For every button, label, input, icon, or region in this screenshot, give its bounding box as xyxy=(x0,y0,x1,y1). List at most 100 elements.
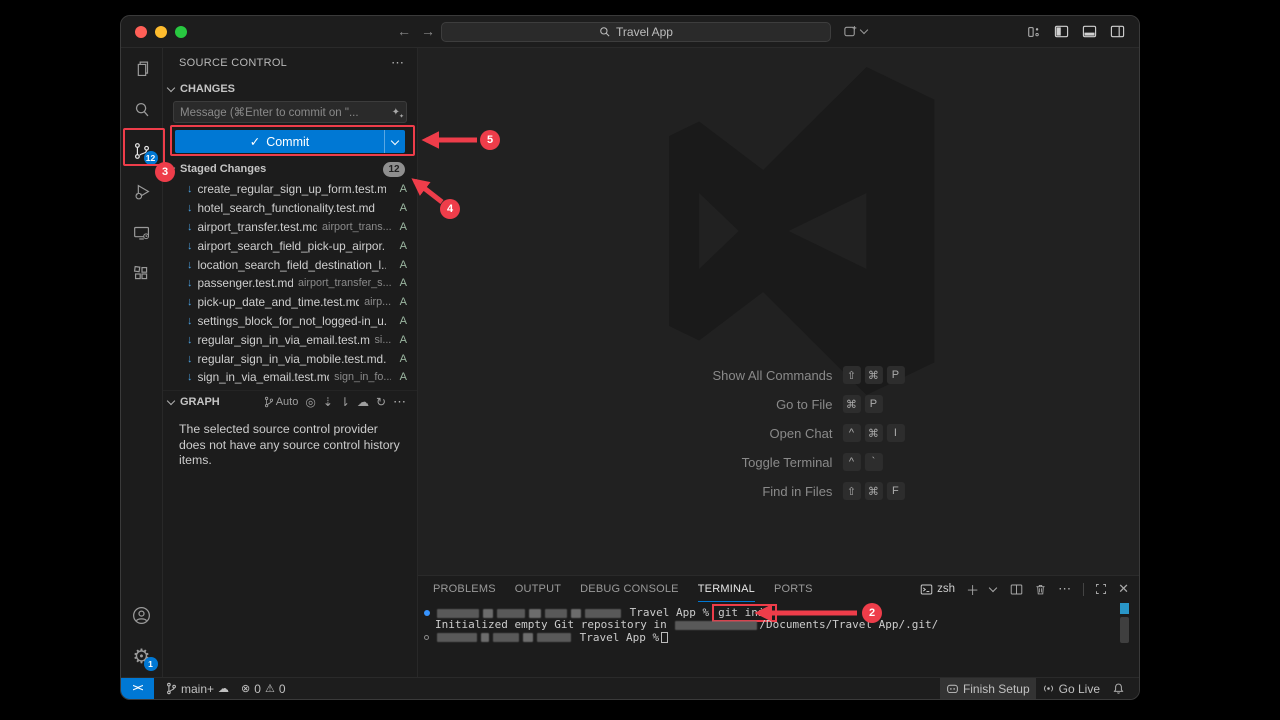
terminal-panel: PROBLEMS OUTPUT DEBUG CONSOLE TERMINAL P… xyxy=(418,575,1139,677)
remote-indicator-button[interactable]: >< xyxy=(121,678,154,699)
more-actions-icon[interactable]: ⋯ xyxy=(1058,581,1072,597)
command-pending-decoration xyxy=(424,635,429,640)
tab-output[interactable]: OUTPUT xyxy=(515,576,561,602)
git-status-added: A xyxy=(396,221,407,233)
tab-ports[interactable]: PORTS xyxy=(774,576,813,602)
notifications-bell-icon[interactable] xyxy=(1106,678,1131,699)
split-terminal-icon[interactable] xyxy=(1010,583,1023,596)
shell-selector[interactable]: zsh xyxy=(920,583,955,596)
refresh-icon[interactable]: ↻ xyxy=(376,395,386,409)
key-shift: ⇧ xyxy=(842,366,860,384)
branch-icon xyxy=(264,396,274,408)
terminal-cursor xyxy=(661,632,668,643)
staged-file-row[interactable]: ↓passenger.test.mdairport_transfer_s...A xyxy=(163,274,417,293)
back-arrow-icon[interactable]: ← xyxy=(397,23,411,39)
settings-badge: 1 xyxy=(144,657,158,671)
trash-icon[interactable] xyxy=(1034,583,1047,596)
new-terminal-icon[interactable]: ＋ xyxy=(966,580,979,599)
git-status-added: A xyxy=(396,315,407,327)
key-backtick: ` xyxy=(864,453,882,471)
customize-layout-icon[interactable] xyxy=(1027,25,1041,39)
minimize-window-button[interactable] xyxy=(155,26,167,38)
finish-setup-button[interactable]: Finish Setup xyxy=(940,678,1036,699)
git-status-added: A xyxy=(396,183,407,195)
pull-icon[interactable]: ⇂ xyxy=(340,395,350,409)
close-window-button[interactable] xyxy=(135,26,147,38)
tab-debug-console[interactable]: DEBUG CONSOLE xyxy=(580,576,679,602)
extensions-icon[interactable] xyxy=(121,253,163,294)
graph-section-header[interactable]: GRAPH Auto ◎ ⇣ ⇂ ☁ ↻ ⋯ xyxy=(163,390,417,414)
settings-gear-icon[interactable]: ⚙ 1 xyxy=(121,636,163,677)
staged-file-list: ↓create_regular_sign_up_form.test.mdA ↓h… xyxy=(163,180,417,387)
fetch-icon[interactable]: ⇣ xyxy=(323,395,333,409)
traffic-lights xyxy=(135,26,187,38)
staged-file-row[interactable]: ↓location_search_field_destination_l...A xyxy=(163,255,417,274)
branch-status-item[interactable]: main+ ☁ xyxy=(160,678,235,699)
toggle-primary-sidebar-icon[interactable] xyxy=(1054,24,1069,39)
commit-button[interactable]: ✓ Commit xyxy=(175,130,405,153)
key-cmd: ⌘ xyxy=(864,366,882,384)
toggle-secondary-sidebar-icon[interactable] xyxy=(1110,24,1125,39)
copilot-face-icon xyxy=(946,682,959,695)
chevron-down-icon xyxy=(167,83,175,91)
markdown-file-icon: ↓ xyxy=(187,240,193,252)
staged-file-row[interactable]: ↓regular_sign_in_via_mobile.test.md...A xyxy=(163,349,417,368)
chevron-down-icon xyxy=(167,397,175,405)
search-view-icon[interactable] xyxy=(121,89,163,130)
chevron-down-icon[interactable] xyxy=(860,26,868,34)
run-debug-icon[interactable] xyxy=(121,171,163,212)
cloud-icon[interactable]: ☁ xyxy=(357,395,369,409)
staged-file-row[interactable]: ↓airport_transfer.test.mdairport_trans..… xyxy=(163,218,417,237)
copilot-icon[interactable] xyxy=(843,24,858,39)
key-cmd: ⌘ xyxy=(842,395,860,413)
zoom-window-button[interactable] xyxy=(175,26,187,38)
forward-arrow-icon[interactable]: → xyxy=(421,23,435,39)
close-panel-icon[interactable]: ✕ xyxy=(1118,581,1129,597)
target-icon[interactable]: ◎ xyxy=(305,395,315,409)
git-status-added: A xyxy=(396,353,407,365)
markdown-file-icon: ↓ xyxy=(187,296,193,308)
warning-icon: ⚠ xyxy=(265,682,275,695)
chevron-down-icon[interactable] xyxy=(989,583,997,591)
staged-count-badge: 12 xyxy=(383,162,405,177)
go-live-button[interactable]: Go Live xyxy=(1036,678,1106,699)
remote-explorer-icon[interactable] xyxy=(121,212,163,253)
search-icon xyxy=(599,26,611,38)
staged-file-row[interactable]: ↓airport_search_field_pick-up_airpor...A xyxy=(163,236,417,255)
account-icon[interactable] xyxy=(121,595,163,636)
explorer-icon[interactable] xyxy=(121,48,163,89)
git-status-added: A xyxy=(396,240,407,252)
more-actions-icon[interactable]: ⋯ xyxy=(393,394,407,410)
key-cmd: ⌘ xyxy=(864,424,882,442)
more-actions-icon[interactable]: ⋯ xyxy=(391,55,405,71)
commit-message-input[interactable]: Message (⌘Enter to commit on "... ✦ xyxy=(173,101,407,123)
commit-dropdown-button[interactable] xyxy=(384,130,405,153)
source-control-icon[interactable]: 12 xyxy=(121,130,163,171)
staged-file-row[interactable]: ↓pick-up_date_and_time.test.mdairp...A xyxy=(163,293,417,312)
sparkle-icon[interactable]: ✦ xyxy=(392,107,400,118)
terminal-output[interactable]: Travel App %git init Initialized empty G… xyxy=(418,602,1139,644)
staged-file-row[interactable]: ↓create_regular_sign_up_form.test.mdA xyxy=(163,180,417,199)
toggle-panel-icon[interactable] xyxy=(1082,24,1097,39)
commit-message-placeholder: Message (⌘Enter to commit on "... xyxy=(180,105,392,119)
staged-file-row[interactable]: ↓settings_block_for_not_logged-in_u...A xyxy=(163,312,417,331)
problems-status-item[interactable]: ⊗ 0 ⚠ 0 xyxy=(235,678,291,699)
activity-bar: 12 ⚙ 1 xyxy=(121,48,163,677)
staged-file-row[interactable]: ↓regular_sign_in_via_email.test.mdsi...A xyxy=(163,330,417,349)
command-center-search[interactable]: Travel App xyxy=(441,22,831,42)
keyboard-shortcuts-watermark: Show All Commands⇧⌘P Go to File⌘P Open C… xyxy=(647,366,904,500)
graph-auto-toggle[interactable]: Auto xyxy=(264,396,299,408)
staged-file-row[interactable]: ↓sign_in_via_email.test.mdsign_in_fo...A xyxy=(163,368,417,387)
error-icon: ⊗ xyxy=(241,682,250,695)
status-bar: >< main+ ☁ ⊗ 0 ⚠ 0 Finish Setup Go Live xyxy=(121,677,1139,699)
terminal-scrollbar-thumb[interactable] xyxy=(1120,617,1129,643)
broadcast-icon xyxy=(1042,682,1055,695)
maximize-panel-icon[interactable] xyxy=(1095,583,1107,595)
key-cmd: ⌘ xyxy=(864,482,882,500)
staged-changes-header[interactable]: Staged Changes 12 xyxy=(163,158,417,180)
changes-section-header[interactable]: CHANGES xyxy=(163,78,417,100)
tab-terminal[interactable]: TERMINAL xyxy=(698,576,755,602)
key-shift: ⇧ xyxy=(842,482,860,500)
staged-file-row[interactable]: ↓hotel_search_functionality.test.mdA xyxy=(163,199,417,218)
tab-problems[interactable]: PROBLEMS xyxy=(433,576,496,602)
